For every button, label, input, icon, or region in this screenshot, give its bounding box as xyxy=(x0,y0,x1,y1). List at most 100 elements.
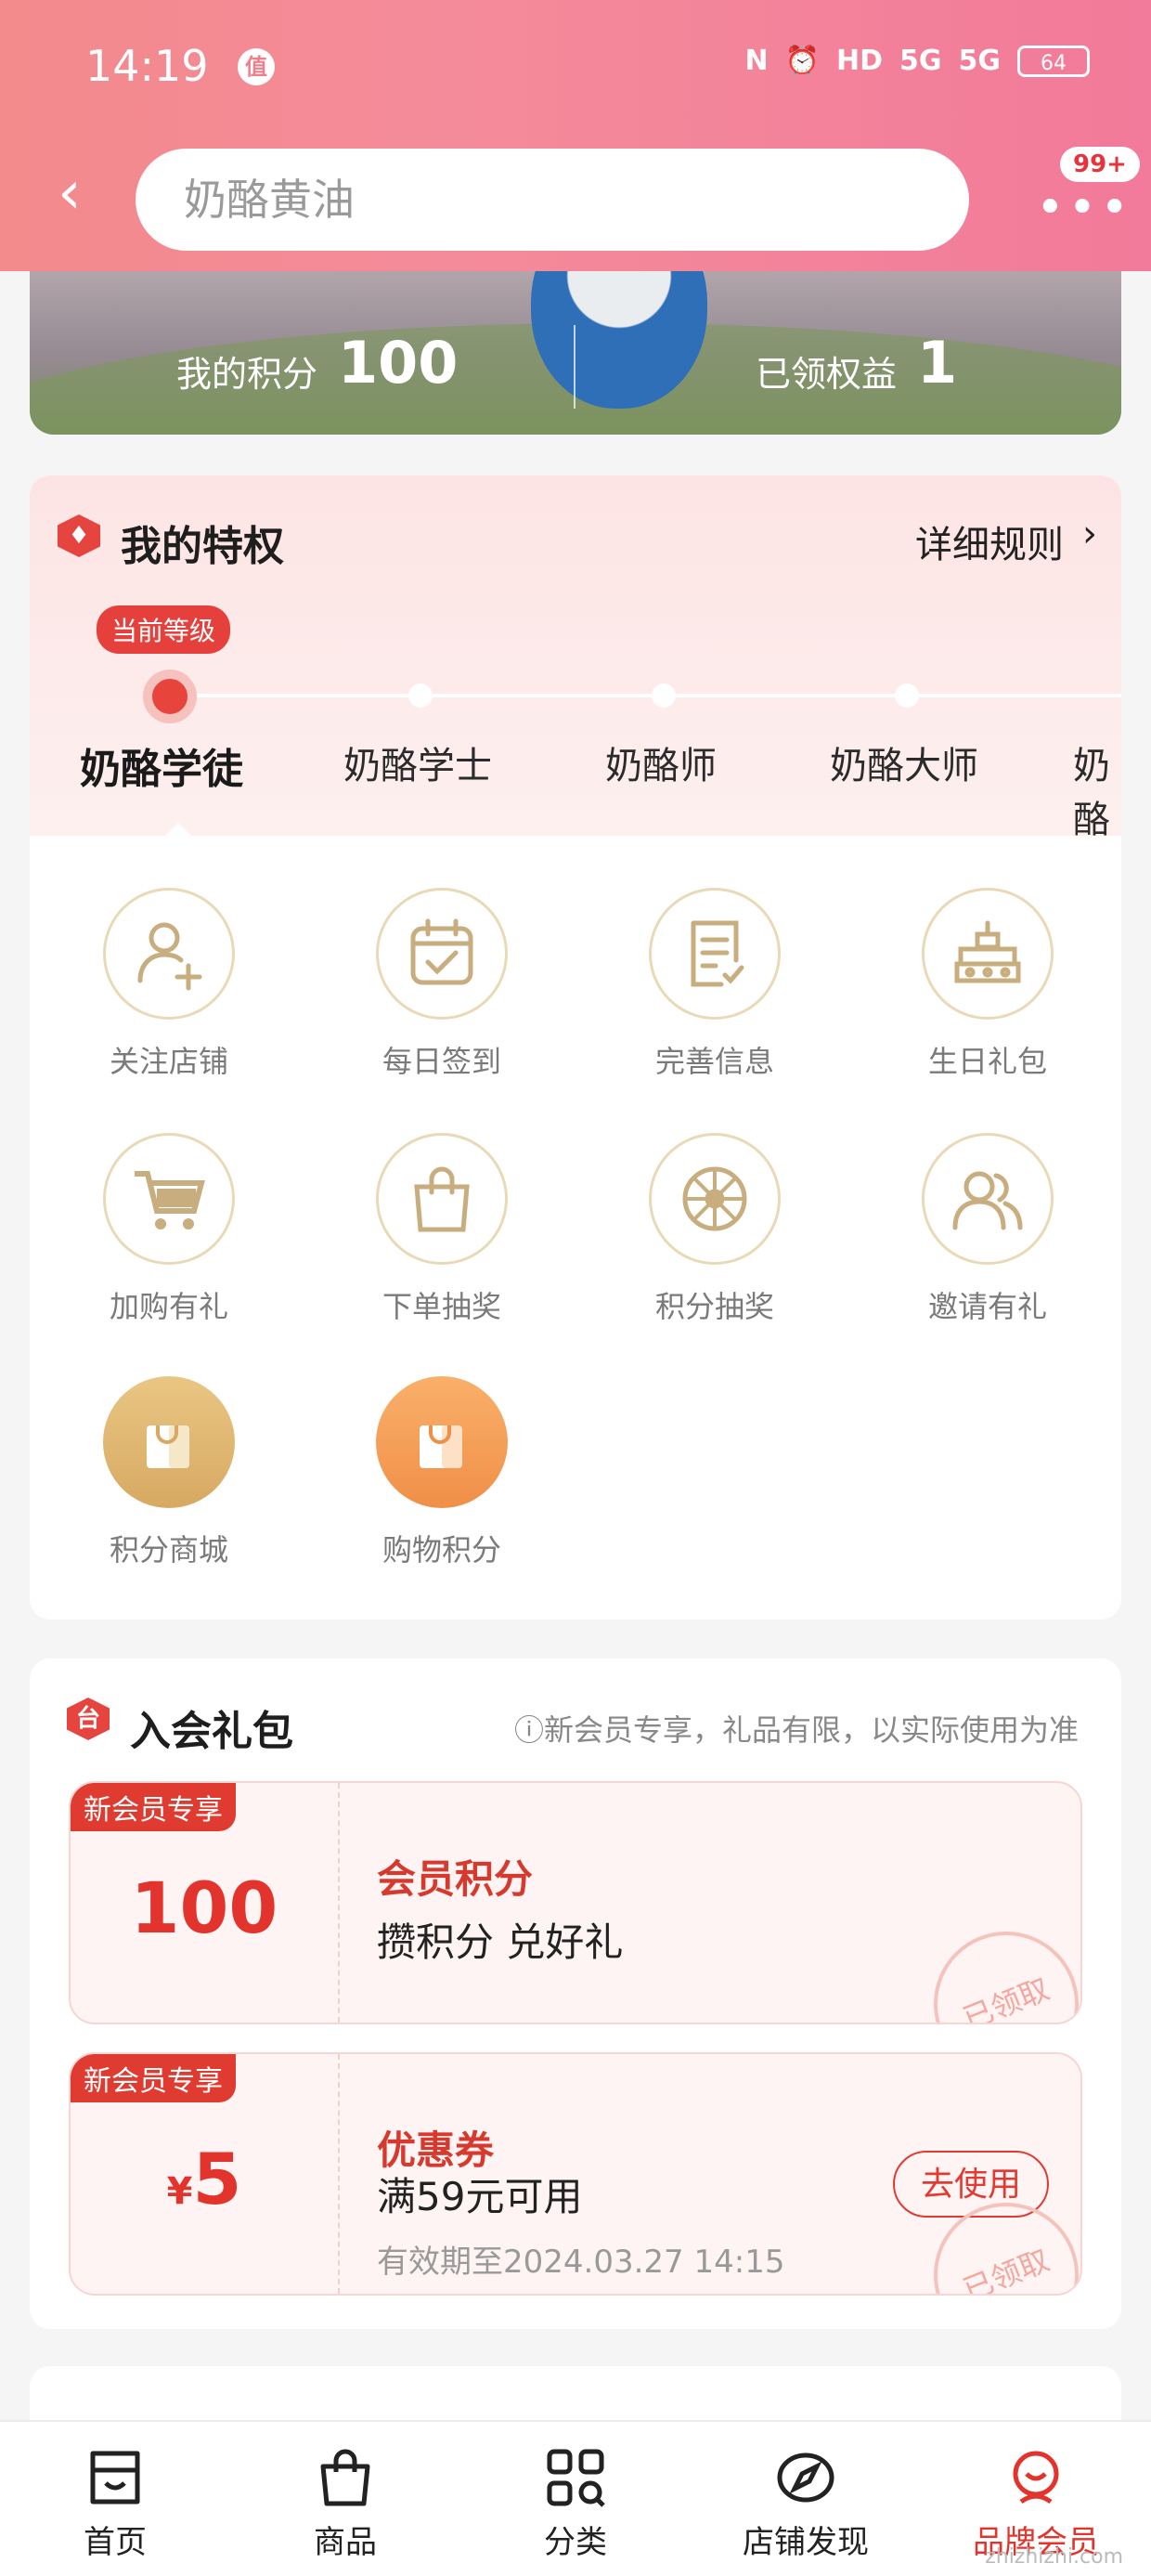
points-coupon[interactable]: 新会员专享 100 会员积分 攒积分 兑好礼 已领取 xyxy=(69,1781,1082,2024)
status-icons: N ⏰ HD 5G 5G 64 xyxy=(745,45,1090,77)
hd-icon: HD xyxy=(835,45,883,77)
level-name[interactable]: 奶酪学士 xyxy=(343,735,492,789)
coupon-value-wrapper: ¥5 xyxy=(71,2138,338,2220)
privilege-label: 加购有礼 xyxy=(109,1289,228,1324)
points-label: 我的积分 xyxy=(176,354,318,395)
new-member-tag: 新会员专享 xyxy=(71,1783,236,1831)
signal-5g-icon: 5G xyxy=(899,45,942,77)
chevron-right-icon[interactable]: › xyxy=(1082,513,1097,555)
nav-label: 商品 xyxy=(314,2524,377,2561)
privilege-daily-checkin[interactable]: 每日签到 xyxy=(321,888,563,1081)
points-mall-icon xyxy=(103,1376,235,1508)
discount-coupon[interactable]: 新会员专享 ¥5 优惠券 满59元可用 有效期至2024.03.27 14:15… xyxy=(69,2052,1082,2296)
privilege-invite[interactable]: 邀请有礼 xyxy=(867,1133,1108,1326)
currency-symbol: ¥ xyxy=(166,2170,193,2213)
privilege-label: 完善信息 xyxy=(654,1044,774,1079)
level-pointer xyxy=(165,823,191,836)
coupon-title: 会员积分 xyxy=(377,1856,534,1902)
shopping-bag-icon xyxy=(376,1133,508,1265)
gift-note: ⓘ新会员专享，礼品有限，以实际使用为准 xyxy=(513,1712,1079,1748)
coupon-value: 100 xyxy=(130,1867,278,1949)
nav-category[interactable]: 分类 xyxy=(460,2422,691,2576)
privileges-card: ♦ 我的特权 详细规则 › 当前等级 奶酪学徒 奶酪学士 奶酪师 奶酪大师 奶酪… xyxy=(30,475,1121,1620)
benefits-value[interactable]: 1 xyxy=(917,329,957,397)
level-name-current[interactable]: 奶酪学徒 xyxy=(80,735,243,795)
signal-5g-secondary-icon: 5G xyxy=(958,45,1002,77)
privilege-shopping-points[interactable]: 购物积分 xyxy=(321,1376,563,1569)
level-name[interactable]: 奶酪大师 xyxy=(830,735,978,789)
shopping-points-icon xyxy=(376,1376,508,1508)
privilege-label: 生日礼包 xyxy=(927,1044,1047,1079)
level-dot xyxy=(408,683,433,708)
claimed-stamp: 已领取 xyxy=(912,1909,1080,2023)
search-input[interactable]: 奶酪黄油 xyxy=(136,149,969,251)
level-track xyxy=(160,694,1121,697)
coupon-expiry: 有效期至2024.03.27 14:15 xyxy=(377,2244,785,2281)
message-count-badge: 99+ xyxy=(1060,147,1140,182)
alarm-icon: ⏰ xyxy=(784,45,820,77)
bag-icon xyxy=(314,2446,377,2509)
privilege-points-lottery[interactable]: 积分抽奖 xyxy=(594,1133,835,1326)
add-user-icon xyxy=(103,888,235,1020)
privilege-label: 下单抽奖 xyxy=(382,1289,501,1324)
back-button[interactable]: ‹ xyxy=(58,163,95,223)
nav-discover[interactable]: 店铺发现 xyxy=(691,2422,921,2576)
level-dot xyxy=(895,683,919,708)
new-member-tag: 新会员专享 xyxy=(71,2054,236,2102)
watermark: zhizhizhi.com xyxy=(985,2545,1123,2569)
level-name[interactable]: 奶酪 xyxy=(1073,735,1121,843)
privilege-label: 邀请有礼 xyxy=(927,1289,1047,1324)
more-menu-icon[interactable]: ••• xyxy=(1036,180,1132,236)
coupon-subtitle: 满59元可用 xyxy=(377,2174,583,2219)
level-dot-current xyxy=(143,670,197,723)
gift-box-icon: 台 xyxy=(67,1698,110,1740)
nav-home[interactable]: 首页 xyxy=(0,2422,230,2576)
privilege-label: 购物积分 xyxy=(382,1532,501,1568)
shopping-cart-icon xyxy=(103,1133,235,1265)
privilege-follow-store[interactable]: 关注店铺 xyxy=(48,888,290,1081)
nav-label: 店铺发现 xyxy=(743,2524,869,2561)
privilege-label: 关注店铺 xyxy=(109,1044,228,1079)
member-banner: 我的积分 100 已领权益 1 xyxy=(30,260,1121,435)
level-name[interactable]: 奶酪师 xyxy=(605,735,717,789)
nav-products[interactable]: 商品 xyxy=(230,2422,460,2576)
status-time: 14:19 xyxy=(85,41,209,91)
gift-title: 入会礼包 xyxy=(130,1708,293,1755)
points-value[interactable]: 100 xyxy=(338,329,458,397)
battery-icon: 64 xyxy=(1017,45,1090,77)
rules-link[interactable]: 详细规则 xyxy=(915,514,1064,568)
invite-users-icon xyxy=(922,1133,1054,1265)
status-app-badge: 值 xyxy=(238,48,275,85)
level-progress-panel: ♦ 我的特权 详细规则 › 当前等级 奶酪学徒 奶酪学士 奶酪师 奶酪大师 奶酪 xyxy=(30,475,1121,841)
level-dot xyxy=(652,683,676,708)
lottery-wheel-icon xyxy=(649,1133,781,1265)
privileges-title: 我的特权 xyxy=(121,523,284,570)
privilege-label: 积分抽奖 xyxy=(654,1289,774,1324)
calendar-check-icon xyxy=(376,888,508,1020)
join-gift-card: 台 入会礼包 ⓘ新会员专享，礼品有限，以实际使用为准 新会员专享 100 会员积… xyxy=(30,1659,1121,2329)
category-grid-icon xyxy=(544,2446,607,2509)
member-icon xyxy=(1004,2446,1067,2509)
current-level-tag: 当前等级 xyxy=(97,605,231,654)
banner-divider xyxy=(574,325,576,409)
header: 14:19 值 N ⏰ HD 5G 5G 64 ‹ 奶酪黄油 ••• 99+ xyxy=(0,0,1151,271)
privilege-add-to-cart[interactable]: 加购有礼 xyxy=(48,1133,290,1326)
document-edit-icon xyxy=(649,888,781,1020)
compass-icon xyxy=(774,2446,837,2509)
privilege-birthday-gift[interactable]: 生日礼包 xyxy=(867,888,1108,1081)
privilege-points-mall[interactable]: 积分商城 xyxy=(48,1376,290,1569)
privilege-label: 每日签到 xyxy=(382,1044,501,1079)
coupon-subtitle: 攒积分 兑好礼 xyxy=(377,1919,624,1965)
shop-home-icon xyxy=(84,2446,147,2509)
nav-label: 分类 xyxy=(544,2524,607,2561)
birthday-cake-icon xyxy=(922,888,1054,1020)
privilege-complete-info[interactable]: 完善信息 xyxy=(594,888,835,1081)
bottom-nav: 首页 商品 分类 店铺发现 品牌会员 xyxy=(0,2420,1151,2576)
nav-label: 首页 xyxy=(84,2524,147,2561)
nfc-icon: N xyxy=(744,45,769,77)
privilege-order-lottery[interactable]: 下单抽奖 xyxy=(321,1133,563,1326)
coupon-value: 5 xyxy=(192,2138,242,2220)
privilege-label: 积分商城 xyxy=(109,1532,228,1568)
diamond-icon: ♦ xyxy=(58,514,100,557)
benefits-label: 已领权益 xyxy=(756,354,898,395)
